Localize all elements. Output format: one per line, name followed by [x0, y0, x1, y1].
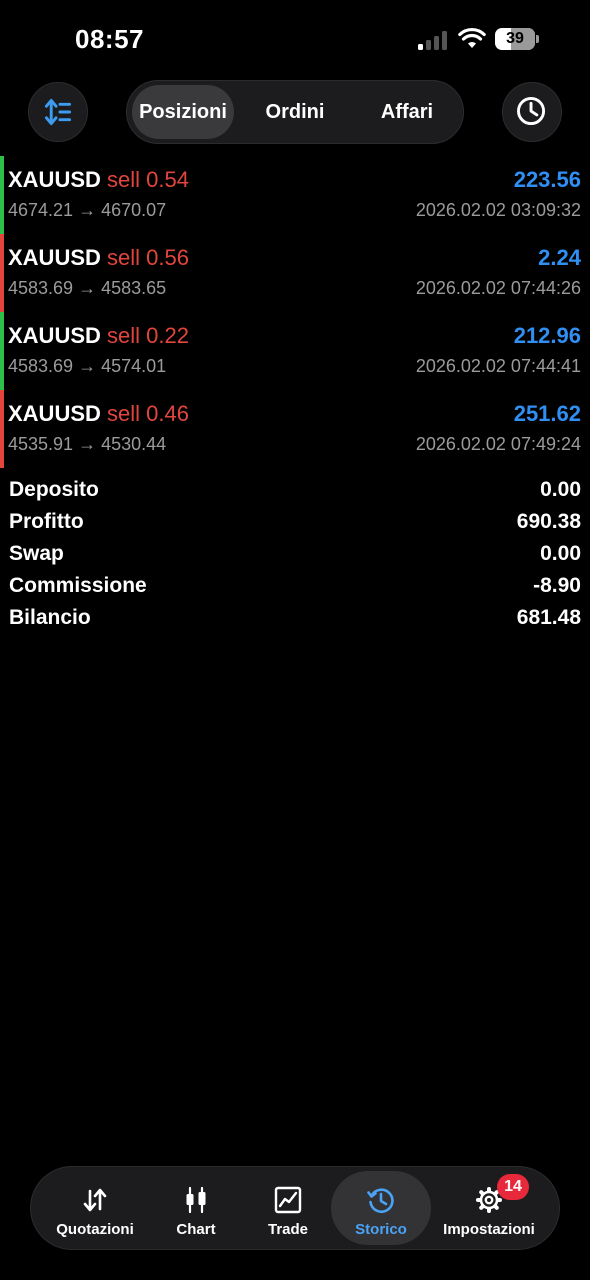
trade-row[interactable]: XAUUSD sell 0.22 212.96 4583.69 → 4574.0… — [0, 312, 590, 390]
close-price: 4530.44 — [101, 434, 167, 454]
history-icon — [367, 1188, 394, 1214]
trade-profit: 223.56 — [513, 167, 581, 192]
summary-label: Deposito — [9, 478, 99, 501]
summary-row-deposito: Deposito 0.00 — [0, 476, 590, 508]
period-button[interactable] — [502, 82, 562, 142]
summary-value: 681.48 — [516, 606, 581, 629]
open-price: 4674.21 — [8, 200, 74, 220]
tab-label: Storico — [355, 1221, 407, 1238]
open-price: 4535.91 — [8, 434, 74, 454]
tab-trade[interactable]: Trade — [243, 1171, 333, 1245]
notification-badge: 14 — [497, 1174, 529, 1200]
battery-icon: 39 — [495, 28, 539, 50]
account-summary: Deposito 0.00 Profitto 690.38 Swap 0.00 … — [0, 476, 590, 636]
trade-side-bar — [0, 156, 4, 234]
tab-label: Quotazioni — [56, 1221, 134, 1238]
summary-row-profitto: Profitto 690.38 — [0, 508, 590, 540]
tab-label: Chart — [176, 1221, 216, 1238]
summary-label: Swap — [9, 542, 64, 565]
trade-side-bar — [0, 312, 4, 390]
close-price: 4670.07 — [101, 200, 167, 220]
summary-row-swap: Swap 0.00 — [0, 540, 590, 572]
sort-icon — [44, 98, 72, 126]
summary-label: Profitto — [9, 510, 84, 533]
arrow-right-icon: → — [78, 278, 97, 298]
close-price: 4583.65 — [101, 278, 167, 298]
trade-datetime: 2026.02.02 07:44:26 — [415, 278, 581, 298]
wifi-icon — [458, 27, 486, 48]
trade-prices: 4674.21 → 4670.07 — [8, 200, 166, 221]
trade-list: XAUUSD sell 0.54 223.56 4674.21 → 4670.0… — [0, 156, 590, 468]
arrow-right-icon: → — [78, 434, 97, 454]
screen: 08:57 39 Posizioni Ordini Affari XAUUSD … — [0, 0, 590, 1280]
tab-ordini[interactable]: Ordini — [245, 85, 345, 139]
trade-title: XAUUSD sell 0.46 — [8, 400, 189, 428]
tab-affari[interactable]: Affari — [357, 85, 457, 139]
trade-title: XAUUSD sell 0.22 — [8, 322, 189, 350]
open-price: 4583.69 — [8, 356, 74, 376]
trade-row[interactable]: XAUUSD sell 0.46 251.62 4535.91 → 4530.4… — [0, 390, 590, 468]
bottom-tab-bar: Quotazioni Chart Trade Storico Impostazi… — [30, 1166, 560, 1250]
trade-row[interactable]: XAUUSD sell 0.54 223.56 4674.21 → 4670.0… — [0, 156, 590, 234]
trade-chart-icon — [274, 1186, 302, 1214]
trade-datetime: 2026.02.02 03:09:32 — [415, 200, 581, 220]
trade-symbol: XAUUSD — [8, 323, 101, 348]
close-price: 4574.01 — [101, 356, 167, 376]
tab-label: Trade — [267, 1221, 309, 1238]
trade-direction: sell 0.54 — [107, 167, 189, 192]
trade-profit: 212.96 — [513, 323, 581, 348]
trade-prices: 4535.91 → 4530.44 — [8, 434, 166, 455]
quotes-icon — [83, 1188, 107, 1212]
trade-direction: sell 0.46 — [107, 401, 189, 426]
open-price: 4583.69 — [8, 278, 74, 298]
status-bar: 08:57 39 — [0, 0, 590, 80]
arrow-right-icon: → — [78, 356, 97, 376]
trade-row[interactable]: XAUUSD sell 0.56 2.24 4583.69 → 4583.65 … — [0, 234, 590, 312]
summary-row-bilancio: Bilancio 681.48 — [0, 604, 590, 636]
trade-prices: 4583.69 → 4583.65 — [8, 278, 166, 299]
trade-side-bar — [0, 390, 4, 468]
sort-button[interactable] — [28, 82, 88, 142]
summary-row-commissione: Commissione -8.90 — [0, 572, 590, 604]
trade-profit: 251.62 — [513, 401, 581, 426]
summary-value: -8.90 — [533, 574, 581, 597]
status-time: 08:57 — [75, 24, 144, 54]
trade-datetime: 2026.02.02 07:49:24 — [415, 434, 581, 454]
tab-quotazioni[interactable]: Quotazioni — [49, 1171, 141, 1245]
trade-direction: sell 0.56 — [107, 245, 189, 270]
summary-label: Commissione — [9, 574, 147, 597]
trade-direction: sell 0.22 — [107, 323, 189, 348]
cellular-signal-icon — [418, 30, 450, 50]
trade-profit: 2.24 — [538, 245, 581, 270]
clock-icon — [517, 97, 546, 126]
trade-symbol: XAUUSD — [8, 245, 101, 270]
summary-label: Bilancio — [9, 606, 91, 629]
trade-datetime: 2026.02.02 07:44:41 — [415, 356, 581, 376]
trade-prices: 4583.69 → 4574.01 — [8, 356, 166, 377]
tab-chart[interactable]: Chart — [151, 1171, 241, 1245]
history-segmented-control: Posizioni Ordini Affari — [126, 80, 464, 144]
trade-symbol: XAUUSD — [8, 401, 101, 426]
trade-side-bar — [0, 234, 4, 312]
summary-value: 0.00 — [540, 542, 581, 565]
trade-title: XAUUSD sell 0.56 — [8, 244, 189, 272]
trade-symbol: XAUUSD — [8, 167, 101, 192]
summary-value: 0.00 — [540, 478, 581, 501]
battery-level: 39 — [506, 30, 524, 47]
candlestick-icon — [186, 1186, 206, 1214]
tab-label: Impostazioni — [443, 1221, 535, 1238]
tab-posizioni[interactable]: Posizioni — [132, 85, 234, 139]
arrow-right-icon: → — [78, 200, 97, 220]
tab-storico[interactable]: Storico — [331, 1171, 431, 1245]
trade-title: XAUUSD sell 0.54 — [8, 166, 189, 194]
summary-value: 690.38 — [516, 510, 581, 533]
